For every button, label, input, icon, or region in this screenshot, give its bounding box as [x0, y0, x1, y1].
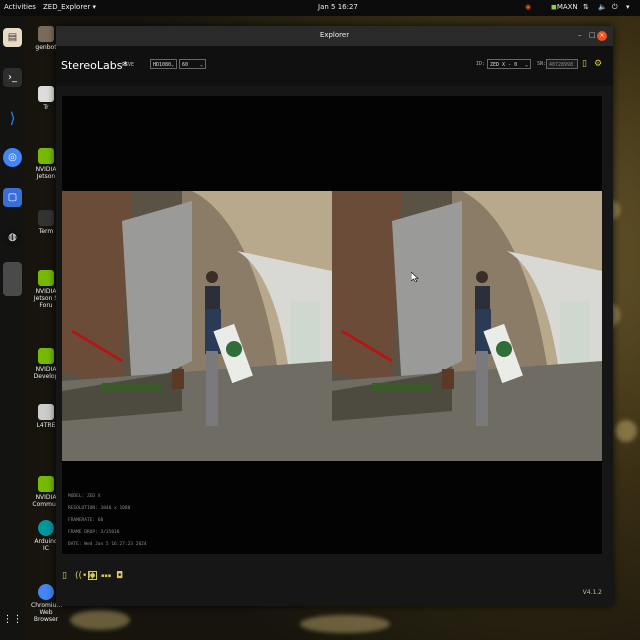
nvidia-icon: [38, 476, 54, 492]
arduino-icon: [38, 520, 54, 536]
nvidia-icon: [38, 348, 54, 364]
show-apps-icon[interactable]: ⋮⋮: [3, 610, 23, 629]
app-menu[interactable]: ZED_Explorer ▾: [43, 3, 96, 11]
info-date: DATE: Wed Jan 5 16:27:23 2024: [68, 542, 147, 547]
zed-explorer-active-icon[interactable]: [3, 262, 22, 296]
vscode-icon[interactable]: ⟩: [3, 108, 22, 127]
right-camera-feed: [332, 191, 602, 461]
chromium-icon[interactable]: ◎: [3, 148, 22, 167]
desktop-icon-label: NVIDIA Jetson S Foru: [33, 288, 59, 309]
explorer-window: Explorer – □ × StereoLabs* LIVE HD1080 ⌄ …: [56, 26, 613, 606]
left-camera-feed: [62, 191, 332, 461]
bottom-toolbar: ▯ ((•)) ● ▪▪▪ ◘ V4.1.2: [56, 561, 613, 606]
info-framerate: FRAMERATE: 60: [68, 518, 104, 523]
desktop-icon-label: genbot: [35, 44, 57, 51]
app-header: StereoLabs* LIVE HD1080 ⌄ 60 ⌄ ID: ZED X -…: [56, 46, 613, 86]
desktop-icon-label: Tr: [43, 104, 49, 111]
nvidia-settings-icon[interactable]: ◉: [525, 3, 531, 11]
stereolabs-logo: StereoLabs*: [61, 59, 128, 72]
chromium-icon: [38, 584, 54, 600]
hdr-icon[interactable]: ▪▪▪: [101, 573, 111, 579]
desktop-icon-label: NVIDIA Develop: [33, 366, 59, 380]
desktop-icon-label: L4TRE: [36, 422, 56, 429]
camera-snapshot-icon[interactable]: ◘: [116, 571, 123, 581]
desktop-icon-label: Term: [38, 228, 54, 235]
chevron-down-icon: ⌄: [170, 62, 174, 68]
system-menu-chevron-icon[interactable]: ▾: [626, 3, 630, 11]
desktop-icon-label: NVIDIA Jetson: [35, 166, 57, 180]
chevron-down-icon: ⌄: [199, 62, 203, 68]
resolution-value: HD1080: [153, 62, 172, 68]
maximize-button[interactable]: □: [589, 31, 596, 39]
video-viewer: MODEL: ZED X RESOLUTION: 3840 x 1080 FRA…: [62, 96, 602, 554]
power-mode-label: MAXN: [556, 3, 578, 11]
desktop-icon-label: Arduino IC: [34, 538, 58, 552]
volume-icon[interactable]: 🔈: [598, 3, 607, 11]
terminal-icon[interactable]: ›_: [3, 68, 22, 87]
title-bar[interactable]: Explorer – □ ×: [56, 26, 613, 46]
serial-value: 40728998: [549, 62, 574, 68]
activities-button[interactable]: Activities: [4, 3, 36, 11]
record-toggle-icon[interactable]: ▯: [582, 59, 587, 69]
close-button[interactable]: ×: [597, 31, 607, 41]
info-frame-drop: FRAME DROP: 3/35010: [68, 530, 120, 535]
info-model: MODEL: ZED X: [68, 494, 101, 499]
nvidia-icon: [38, 148, 54, 164]
obs-icon[interactable]: ◍: [3, 228, 22, 247]
power-mode-indicator[interactable]: ◼MAXN: [551, 3, 578, 11]
fps-select[interactable]: 60 ⌄: [179, 59, 206, 69]
serial-label: SN:: [537, 61, 547, 67]
top-bar: Activities ZED_Explorer ▾ Jan 5 16:27 ◉ …: [0, 0, 640, 16]
document-icon: [38, 404, 54, 420]
power-icon[interactable]: ⏻: [612, 3, 618, 12]
mouse-cursor-icon: [411, 272, 419, 282]
files-icon[interactable]: ▤: [3, 28, 22, 47]
serial-field: 40728998: [546, 59, 578, 69]
svo-record-icon[interactable]: ●: [88, 571, 98, 580]
camera-id-value: ZED X - 0: [490, 62, 518, 68]
dock: ▤ ›_ ⟩ ◎ ▢ ◍ ⋮⋮: [0, 16, 25, 640]
file-icon[interactable]: ▯: [62, 571, 67, 581]
camera-id-label: ID:: [476, 61, 486, 67]
home-folder-icon: [38, 26, 54, 42]
network-icon[interactable]: ⇅: [583, 3, 589, 11]
fps-value: 60: [182, 62, 189, 68]
terminal-icon: [38, 210, 54, 226]
resolution-select[interactable]: HD1080 ⌄: [150, 59, 177, 69]
app-menu-label: ZED_Explorer: [43, 3, 91, 11]
settings-gear-icon[interactable]: ⚙: [594, 59, 602, 69]
nvidia-icon: [38, 270, 54, 286]
camera-id-select[interactable]: ZED X - 0 ⌄: [487, 59, 531, 69]
live-tab[interactable]: LIVE: [122, 62, 134, 68]
info-resolution: RESOLUTION: 3840 x 1080: [68, 506, 131, 511]
chevron-down-icon: ⌄: [524, 62, 528, 68]
minimize-button[interactable]: –: [578, 31, 582, 39]
window-title: Explorer: [319, 31, 350, 39]
clock[interactable]: Jan 5 16:27: [318, 3, 358, 11]
screenshot-tool-icon[interactable]: ▢: [3, 188, 22, 207]
app-icon: [38, 86, 54, 102]
version-label: V4.1.2: [582, 589, 602, 596]
